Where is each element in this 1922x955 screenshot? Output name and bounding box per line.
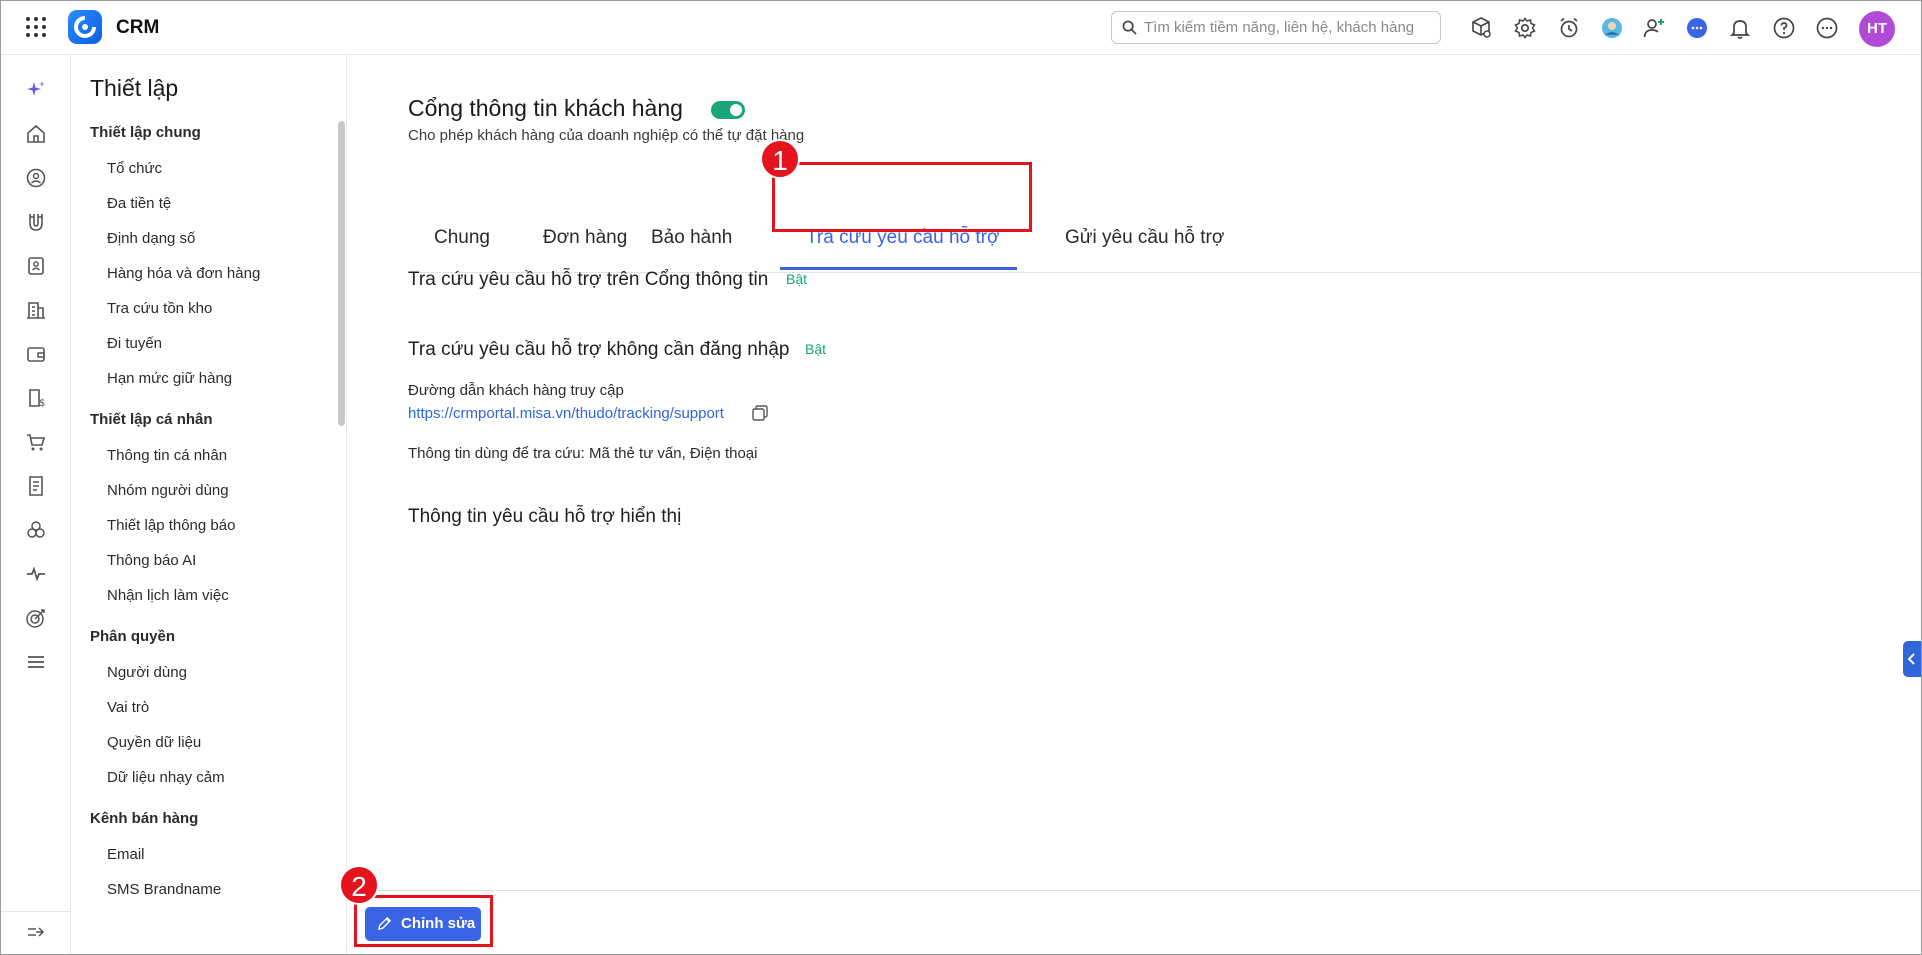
section-no-login-title: Tra cứu yêu cầu hỗ trợ không cần đăng nh… xyxy=(408,339,790,360)
nav-group-permissions: Phân quyền xyxy=(90,628,176,645)
nav-group-personal: Thiết lập cá nhân xyxy=(90,411,213,428)
active-tab-indicator xyxy=(780,267,1017,270)
nav-item-sms-brandname[interactable]: SMS Brandname xyxy=(72,872,337,907)
portal-enabled-toggle[interactable] xyxy=(711,101,745,119)
nav-item-data-permissions[interactable]: Quyền dữ liệu xyxy=(72,725,337,760)
bell-icon[interactable] xyxy=(1728,16,1752,40)
nav-group-sales-channels: Kênh bán hàng xyxy=(90,810,199,827)
nav-group-general: Thiết lập chung xyxy=(90,124,201,141)
edit-button-label: Chỉnh sửa xyxy=(401,915,476,932)
alarm-clock-icon[interactable] xyxy=(1557,16,1581,40)
right-panel-toggle[interactable] xyxy=(1903,641,1921,677)
ai-sparkle-icon[interactable] xyxy=(25,79,47,101)
rail-divider xyxy=(1,911,71,912)
nav-item-personal-info[interactable]: Thông tin cá nhân xyxy=(72,438,337,473)
wallet-icon[interactable] xyxy=(25,343,47,365)
tab-support-lookup[interactable]: Tra cứu yêu cầu hỗ trợ xyxy=(806,227,999,249)
nav-item-sensitive-data[interactable]: Dữ liệu nhạy cảm xyxy=(72,760,337,795)
app-window: CRM Tìm kiếm tiềm năng, liên hệ, khách h… xyxy=(0,0,1922,955)
nav-item-work-schedule[interactable]: Nhận lịch làm việc xyxy=(72,578,337,613)
receipt-icon[interactable] xyxy=(25,475,47,497)
svg-text:$: $ xyxy=(39,398,45,409)
search-icon xyxy=(1122,20,1137,35)
nav-item-notification-settings[interactable]: Thiết lập thông báo xyxy=(72,508,337,543)
crm-logo-icon xyxy=(74,16,96,38)
nav-item-routes[interactable]: Đi tuyến xyxy=(72,326,337,361)
menu-icon[interactable] xyxy=(25,651,47,673)
sidebar-scrollbar[interactable] xyxy=(338,121,345,426)
cart-icon[interactable] xyxy=(25,431,47,453)
edit-button[interactable]: Chỉnh sửa xyxy=(365,907,481,941)
package-search-icon[interactable] xyxy=(1469,16,1493,40)
crm-logo[interactable] xyxy=(68,10,102,44)
nav-item-stock-lookup[interactable]: Tra cứu tồn kho xyxy=(72,291,337,326)
expand-sidebar-icon[interactable] xyxy=(25,921,47,943)
section-no-login-status: Bật xyxy=(805,341,827,357)
ai-assistant-icon[interactable] xyxy=(1600,16,1624,40)
more-icon[interactable] xyxy=(1815,16,1839,40)
tab-bar: Chung Đơn hàng Bảo hành Tra cứu yêu cầu … xyxy=(408,163,1921,273)
nav-item-roles[interactable]: Vai trò xyxy=(72,690,337,725)
page-subtitle: Cho phép khách hàng của doanh nghiệp có … xyxy=(408,127,805,144)
home-icon[interactable] xyxy=(25,123,47,145)
top-bar: CRM Tìm kiếm tiềm năng, liên hệ, khách h… xyxy=(1,1,1921,55)
section-portal-lookup-title: Tra cứu yêu cầu hỗ trợ trên Cổng thông t… xyxy=(408,269,769,290)
tab-submit-support[interactable]: Gửi yêu cầu hỗ trợ xyxy=(1065,227,1224,249)
page-title: Cổng thông tin khách hàng xyxy=(408,95,683,121)
nav-item-number-format[interactable]: Định dạng số xyxy=(72,221,337,256)
lookup-info-row: Thông tin dùng để tra cứu: Mã thẻ tư vấn… xyxy=(408,445,757,462)
magnet-icon[interactable] xyxy=(25,211,47,233)
step-marker-2: 2 xyxy=(339,865,379,905)
step-marker-1: 1 xyxy=(760,139,800,179)
copy-icon[interactable] xyxy=(751,404,769,422)
nav-item-multi-currency[interactable]: Đa tiền tệ xyxy=(72,186,337,221)
add-user-icon[interactable] xyxy=(1642,16,1666,40)
lookup-info-value: Mã thẻ tư vấn, Điện thoại xyxy=(589,445,758,462)
action-footer: Chỉnh sửa xyxy=(348,890,1921,954)
tab-general[interactable]: Chung xyxy=(434,227,490,249)
nav-item-organization[interactable]: Tổ chức xyxy=(72,151,337,186)
access-url-link[interactable]: https://crmportal.misa.vn/thudo/tracking… xyxy=(408,405,724,422)
app-name: CRM xyxy=(116,17,160,38)
apps-grid-icon[interactable] xyxy=(25,16,47,38)
lookup-info-label: Thông tin dùng để tra cứu: xyxy=(408,445,585,462)
help-icon[interactable] xyxy=(1772,16,1796,40)
tab-warranty[interactable]: Bảo hành xyxy=(651,227,732,249)
nav-item-users[interactable]: Người dùng xyxy=(72,655,337,690)
pencil-icon xyxy=(377,916,392,931)
global-search[interactable] xyxy=(1111,11,1441,44)
nav-item-hold-limit[interactable]: Hạn mức giữ hàng xyxy=(72,361,337,396)
section-portal-lookup-status: Bật xyxy=(786,271,808,287)
invoice-dollar-icon[interactable]: $ xyxy=(25,387,47,409)
contact-icon[interactable] xyxy=(25,167,47,189)
access-url-label: Đường dẫn khách hàng truy cập xyxy=(408,382,624,399)
module-rail: $ xyxy=(1,55,71,954)
apps-circles-icon[interactable] xyxy=(25,519,47,541)
settings-nav: Thiết lập chung Tổ chức Đa tiền tệ Định … xyxy=(72,115,337,907)
building-icon[interactable] xyxy=(25,299,47,321)
user-avatar[interactable]: HT xyxy=(1859,11,1895,47)
nav-item-email[interactable]: Email xyxy=(72,837,337,872)
nav-item-ai-notifications[interactable]: Thông báo AI xyxy=(72,543,337,578)
tab-orders[interactable]: Đơn hàng xyxy=(543,227,627,249)
nav-item-products-orders[interactable]: Hàng hóa và đơn hàng xyxy=(72,256,337,291)
search-input[interactable] xyxy=(1144,12,1434,43)
activity-icon[interactable] xyxy=(25,563,47,585)
gear-icon[interactable] xyxy=(1513,16,1537,40)
sidebar-title: Thiết lập xyxy=(90,75,179,101)
chevron-left-icon xyxy=(1907,653,1915,665)
settings-sidebar: Thiết lập Thiết lập chung Tổ chức Đa tiề… xyxy=(72,55,347,954)
main-content: Cổng thông tin khách hàng Cho phép khách… xyxy=(348,55,1921,891)
section-display-info-title: Thông tin yêu cầu hỗ trợ hiển thị xyxy=(408,506,682,527)
address-book-icon[interactable] xyxy=(25,255,47,277)
target-icon[interactable] xyxy=(25,607,47,629)
chat-icon[interactable] xyxy=(1685,16,1709,40)
nav-item-user-groups[interactable]: Nhóm người dùng xyxy=(72,473,337,508)
